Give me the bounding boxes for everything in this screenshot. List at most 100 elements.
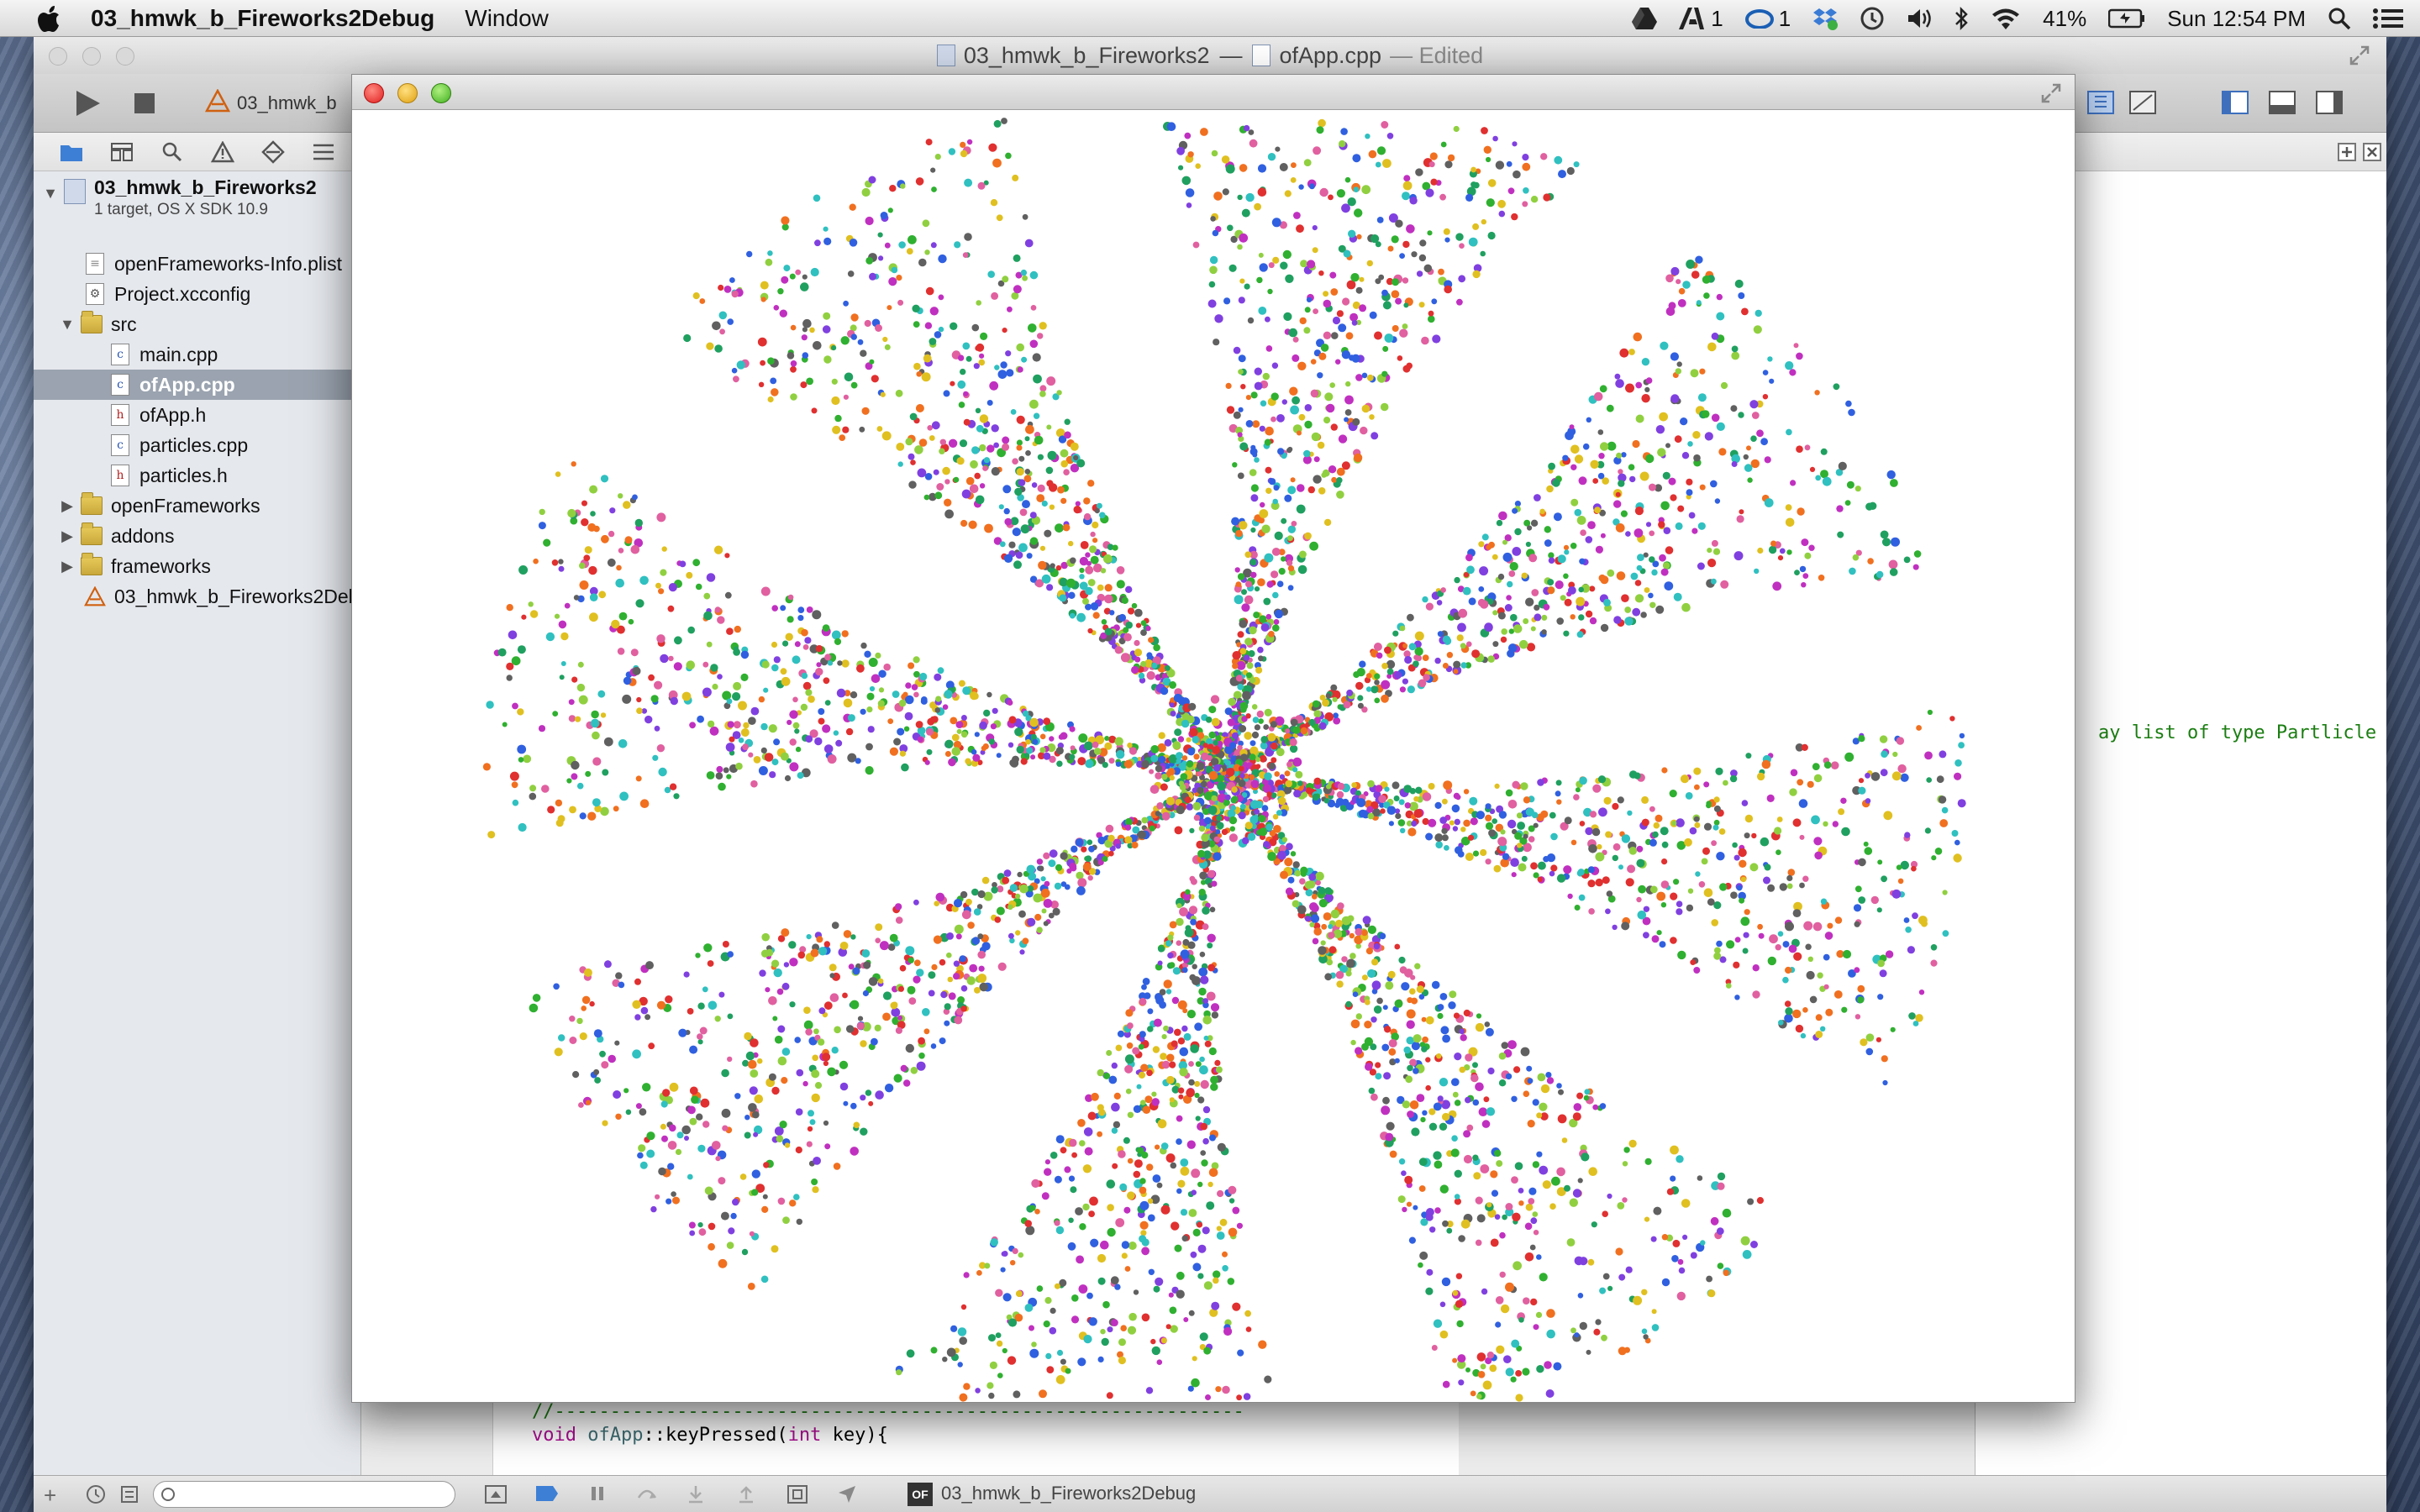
of-close-button[interactable] [364,83,384,103]
of-fullscreen-icon[interactable] [2039,81,2063,109]
particle [1128,1242,1137,1250]
pause-icon[interactable] [588,1484,607,1507]
particle [895,1026,902,1034]
toggle-utilities-button[interactable] [2312,86,2346,119]
particle [1139,1031,1146,1038]
particle [1008,541,1016,549]
toggle-debug-area-button[interactable] [2265,86,2299,119]
xcode-minimize-button[interactable] [82,47,101,66]
simulate-location-icon[interactable] [837,1484,857,1509]
fullscreen-icon[interactable] [2348,44,2371,73]
nav-item-info-plist[interactable]: ≡ openFrameworks-Info.plist [84,249,342,279]
particle [1422,792,1432,801]
step-into-icon[interactable] [686,1484,706,1509]
plist-file-icon: ≡ [84,252,106,276]
recent-files-icon[interactable] [86,1484,106,1509]
particle [673,662,682,671]
disclosure-closed-icon[interactable]: ▶ [59,558,76,575]
nav-item-ofapp-cpp[interactable]: c ofApp.cpp [34,370,361,400]
google-drive-icon[interactable] [1632,8,1658,29]
particle [759,969,766,977]
add-file-icon[interactable]: + [44,1483,56,1509]
creative-cloud-icon[interactable]: 1 [1744,6,1791,32]
disclosure-closed-icon[interactable]: ▶ [59,528,76,545]
nav-item-addons[interactable]: ▶ addons [59,521,174,551]
particle [1115,761,1122,767]
fireworks-canvas[interactable] [352,110,2075,1402]
particle [729,277,735,283]
assistant-editor-button[interactable] [2084,86,2118,119]
project-navigator-icon[interactable] [59,139,84,165]
version-editor-button[interactable] [2126,86,2160,119]
particle [1555,780,1562,786]
battery-icon[interactable] [2108,8,2145,29]
nav-item-particles-cpp[interactable]: c particles.cpp [109,430,248,460]
app-name-menu[interactable]: 03_hmwk_b_Fireworks2Debug [91,5,434,32]
particle [1824,932,1833,940]
debug-target-label[interactable]: 03_hmwk_b_Fireworks2Debug [941,1483,1196,1504]
particle [899,964,907,972]
run-button[interactable] [67,86,108,121]
nav-item-ofapp-h[interactable]: h ofApp.h [109,400,206,430]
nav-item-product-app[interactable]: 03_hmwk_b_Fireworks2Debug [84,581,381,612]
scheme-selector[interactable]: 03_hmwk_b [204,88,337,118]
of-window-titlebar[interactable] [352,75,2075,110]
xcode-close-button[interactable] [49,47,67,66]
adobe-icon[interactable]: 1 [1679,6,1723,32]
breakpoints-toggle-icon[interactable] [534,1484,560,1507]
scm-filter-icon[interactable] [119,1484,139,1509]
apple-menu-icon[interactable] [30,0,67,37]
nav-item-main-cpp[interactable]: c main.cpp [109,339,218,370]
add-editor-icon[interactable] [2338,143,2356,165]
particle [1726,940,1735,949]
menu-window[interactable]: Window [465,5,549,32]
disclosure-open-icon[interactable]: ▼ [42,185,59,202]
debug-navigator-icon[interactable] [311,139,336,165]
particle [1865,1033,1875,1042]
bluetooth-icon[interactable] [1954,6,1969,31]
particle [568,715,576,722]
stop-button[interactable] [124,86,165,121]
of-zoom-button[interactable] [431,83,451,103]
step-out-icon[interactable] [736,1484,756,1509]
nav-item-openframeworks[interactable]: ▶ openFrameworks [59,491,260,521]
dropbox-icon[interactable] [1812,7,1839,30]
wifi-icon[interactable] [1991,8,2021,29]
volume-icon[interactable] [1907,8,1932,29]
nav-item-xcconfig[interactable]: ⚙ Project.xcconfig [84,279,250,309]
toggle-navigator-button[interactable] [2218,86,2252,119]
view-debugger-icon[interactable] [786,1484,808,1509]
code-editor[interactable]: //--------------------------------------… [492,1398,1459,1475]
particle [1707,898,1715,906]
disclosure-closed-icon[interactable]: ▶ [59,497,76,515]
spotlight-search-icon[interactable] [2328,7,2351,30]
assistant-code-comment[interactable]: ay list of type Partlicle [2098,722,2376,743]
particle [1775,944,1781,951]
test-navigator-icon[interactable] [260,139,286,165]
particle [861,407,870,415]
of-minimize-button[interactable] [397,83,418,103]
nav-item-particles-h[interactable]: h particles.h [109,460,228,491]
particle [1325,693,1332,699]
cpp-file-icon [1252,45,1271,66]
nav-item-src[interactable]: ▼ src [59,309,137,339]
notification-center-icon[interactable] [2373,8,2403,29]
particle [1785,921,1794,932]
openframeworks-app-window[interactable] [351,74,2075,1403]
time-machine-icon[interactable] [1860,6,1885,31]
symbol-navigator-icon[interactable] [109,139,134,165]
code-line-keypressed[interactable]: void ofApp::keyPressed(int key){ [532,1425,888,1446]
xcode-zoom-button[interactable] [116,47,134,66]
project-root[interactable]: ▼ 03_hmwk_b_Fireworks2 1 target, OS X SD… [42,176,317,223]
find-navigator-icon[interactable] [160,139,185,165]
issue-navigator-icon[interactable] [210,139,235,165]
close-editor-icon[interactable] [2363,143,2381,165]
step-over-icon[interactable] [635,1484,659,1509]
navigator-filter-field[interactable] [153,1481,455,1508]
nav-item-frameworks[interactable]: ▶ frameworks [59,551,211,581]
menu-clock[interactable]: Sun 12:54 PM [2167,6,2306,32]
disclosure-open-icon[interactable]: ▼ [59,316,76,333]
code-line-comment[interactable]: //--------------------------------------… [532,1401,1244,1422]
debug-area-toggle-icon[interactable] [484,1484,508,1509]
particle [1498,1079,1507,1087]
